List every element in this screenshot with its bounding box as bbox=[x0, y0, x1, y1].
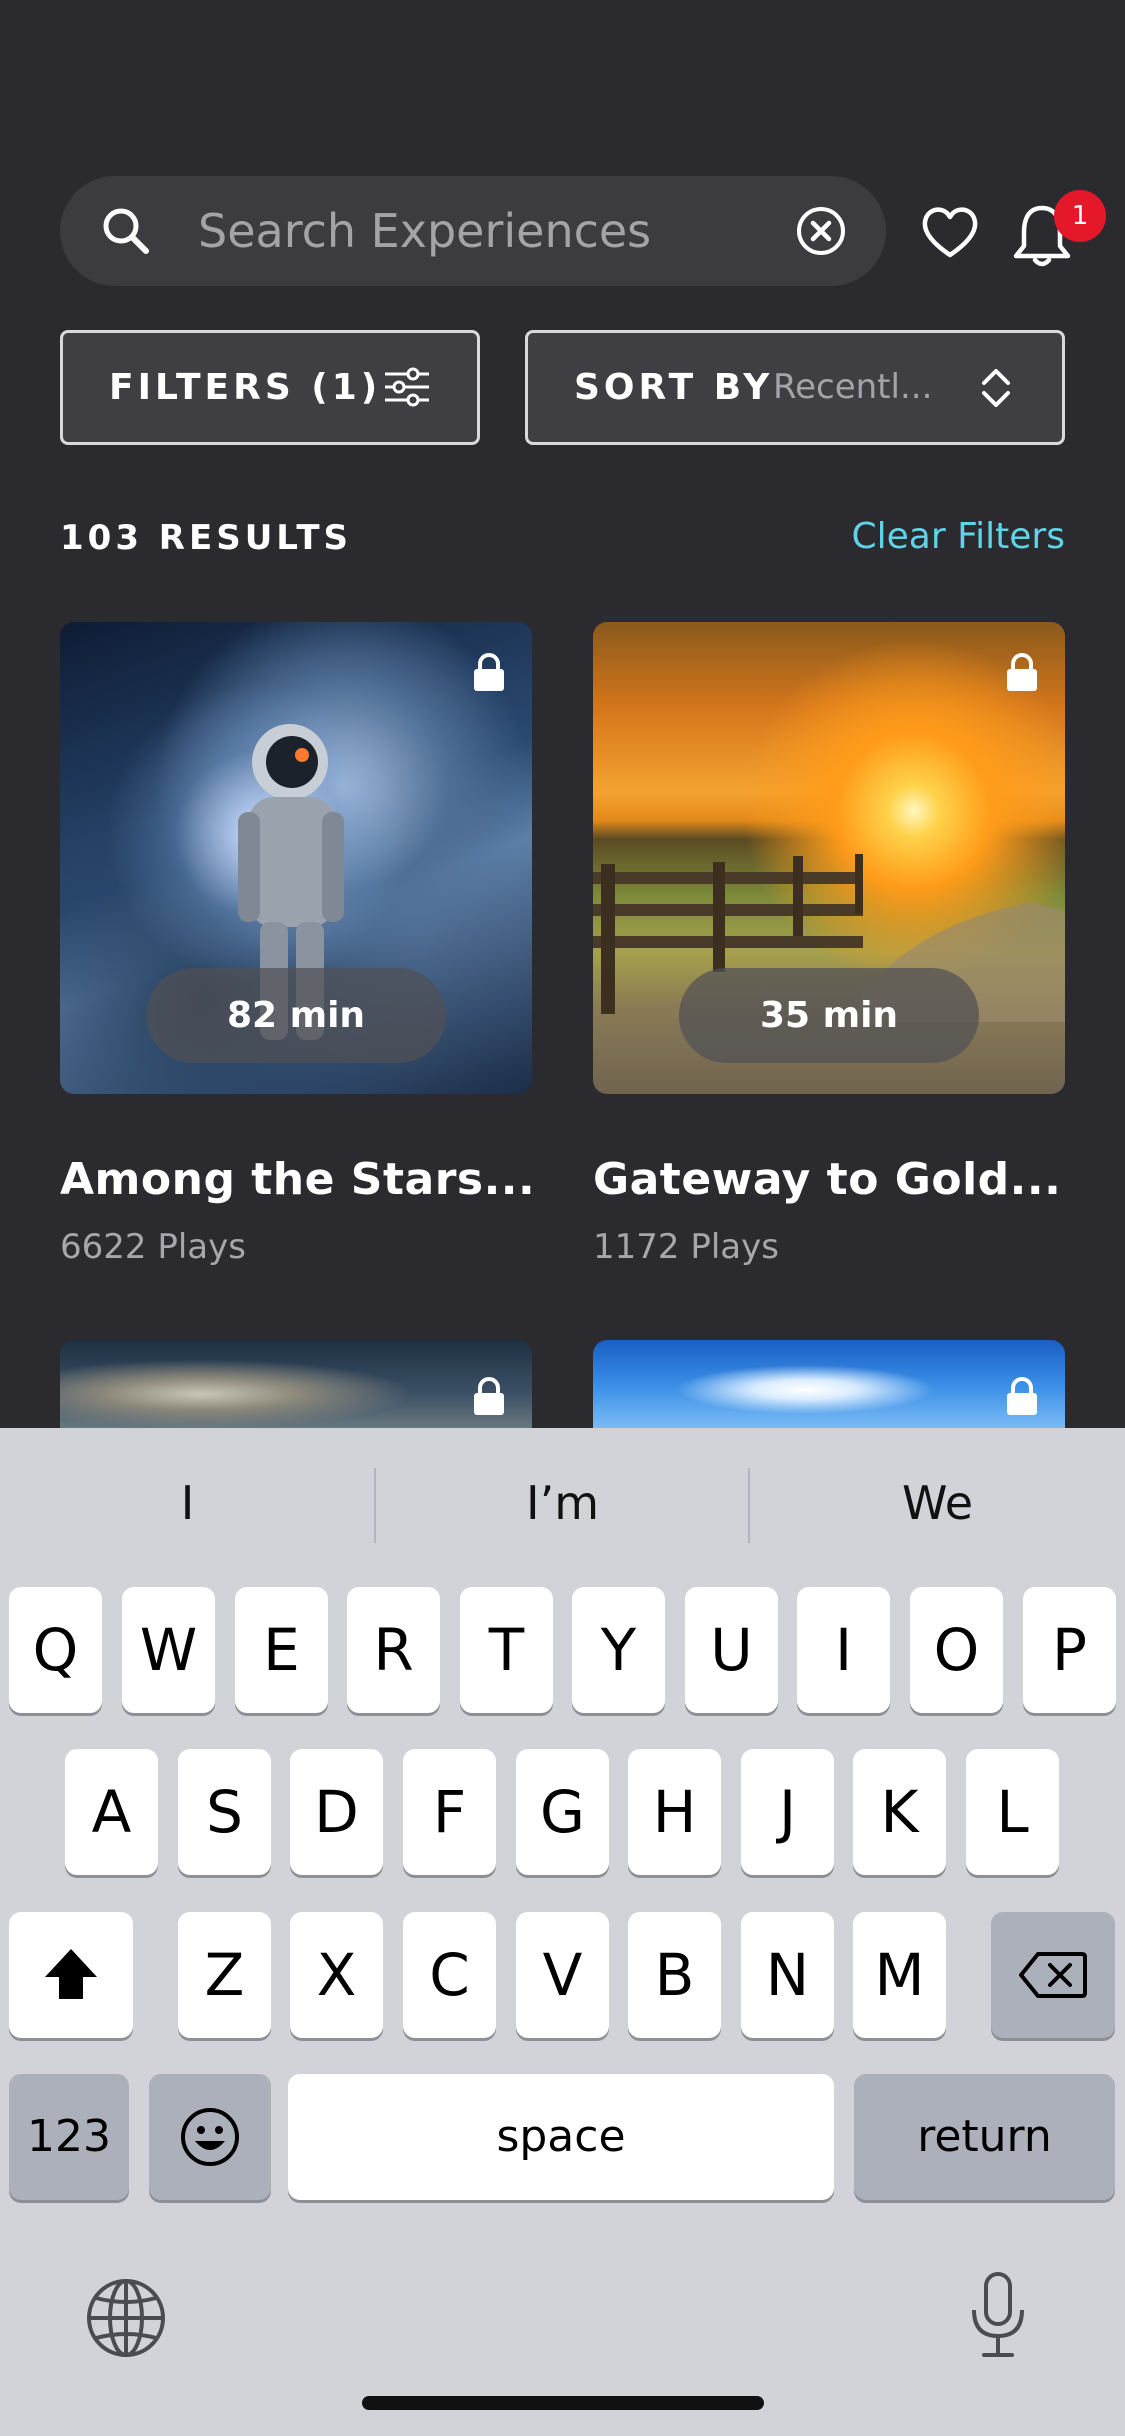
key-a[interactable]: A bbox=[65, 1749, 158, 1875]
key-t[interactable]: T bbox=[460, 1587, 553, 1713]
filters-button[interactable]: FILTERS (1) bbox=[60, 330, 480, 445]
backspace-key[interactable] bbox=[991, 1912, 1115, 2038]
return-key[interactable]: return bbox=[854, 2074, 1115, 2200]
key-i[interactable]: I bbox=[797, 1587, 890, 1713]
card-title: Among the Stars... bbox=[60, 1154, 536, 1205]
key-m[interactable]: M bbox=[853, 1912, 946, 2038]
search-row: 1 bbox=[60, 176, 1106, 286]
key-c[interactable]: C bbox=[403, 1912, 496, 2038]
suggestion[interactable]: I bbox=[0, 1428, 375, 1578]
key-x[interactable]: X bbox=[290, 1912, 383, 2038]
experience-thumbnail-partial[interactable] bbox=[60, 1340, 532, 1430]
card-title: Gateway to Gold... bbox=[593, 1154, 1062, 1205]
notifications-button[interactable]: 1 bbox=[1004, 190, 1106, 274]
key-o[interactable]: O bbox=[910, 1587, 1003, 1713]
key-f[interactable]: F bbox=[403, 1749, 496, 1875]
search-input[interactable] bbox=[198, 176, 818, 286]
lock-icon bbox=[474, 653, 504, 691]
sliders-icon bbox=[385, 367, 429, 407]
clear-filters-link[interactable]: Clear Filters bbox=[851, 516, 1065, 557]
key-q[interactable]: Q bbox=[9, 1587, 102, 1713]
emoji-icon bbox=[181, 2108, 239, 2166]
suggestion[interactable]: I’m bbox=[375, 1428, 750, 1578]
lock-icon bbox=[474, 1377, 504, 1415]
key-h[interactable]: H bbox=[628, 1749, 721, 1875]
experience-thumbnail[interactable]: 82 min bbox=[60, 622, 532, 1094]
emoji-key[interactable] bbox=[149, 2074, 271, 2200]
key-g[interactable]: G bbox=[516, 1749, 609, 1875]
duration-pill: 82 min bbox=[146, 968, 446, 1063]
suggestion-bar: I I’m We bbox=[0, 1428, 1125, 1578]
key-y[interactable]: Y bbox=[572, 1587, 665, 1713]
key-w[interactable]: W bbox=[122, 1587, 215, 1713]
shift-key[interactable] bbox=[9, 1912, 133, 2038]
key-e[interactable]: E bbox=[235, 1587, 328, 1713]
key-r[interactable]: R bbox=[347, 1587, 440, 1713]
clear-search-icon[interactable] bbox=[794, 204, 848, 258]
key-p[interactable]: P bbox=[1023, 1587, 1116, 1713]
home-indicator[interactable] bbox=[362, 2396, 764, 2410]
sort-by-button[interactable]: SORT BY Recentl... bbox=[525, 330, 1065, 445]
search-icon bbox=[103, 208, 149, 254]
sort-by-label: SORT BY bbox=[574, 367, 774, 408]
chevron-up-down-icon bbox=[982, 369, 1010, 407]
key-l[interactable]: L bbox=[966, 1749, 1059, 1875]
duration-pill: 35 min bbox=[679, 968, 979, 1063]
lock-icon bbox=[1007, 1377, 1037, 1415]
sort-by-value: Recentl... bbox=[773, 367, 933, 407]
space-key[interactable]: space bbox=[288, 2074, 834, 2200]
key-j[interactable]: J bbox=[741, 1749, 834, 1875]
key-u[interactable]: U bbox=[685, 1587, 778, 1713]
experience-thumbnail-partial[interactable] bbox=[593, 1340, 1065, 1430]
key-z[interactable]: Z bbox=[178, 1912, 271, 2038]
filters-label: FILTERS (1) bbox=[109, 367, 382, 408]
results-count: 103 RESULTS bbox=[60, 518, 353, 558]
key-k[interactable]: K bbox=[853, 1749, 946, 1875]
card-plays: 1172 Plays bbox=[593, 1227, 779, 1267]
notification-badge: 1 bbox=[1054, 190, 1106, 242]
key-d[interactable]: D bbox=[290, 1749, 383, 1875]
experience-thumbnail[interactable]: 35 min bbox=[593, 622, 1065, 1094]
search-box[interactable] bbox=[60, 176, 886, 286]
favorites-heart-icon[interactable] bbox=[918, 200, 982, 264]
suggestion[interactable]: We bbox=[750, 1428, 1125, 1578]
key-v[interactable]: V bbox=[516, 1912, 609, 2038]
shift-arrow-icon bbox=[45, 1949, 97, 1999]
lock-icon bbox=[1007, 653, 1037, 691]
experience-card[interactable]: 35 min Gateway to Gold... 1172 Plays bbox=[593, 622, 1065, 1267]
microphone-icon[interactable] bbox=[968, 2270, 1028, 2360]
card-plays: 6622 Plays bbox=[60, 1227, 246, 1267]
keyboard: I I’m We Q W E R T Y U I O P A S D F G H… bbox=[0, 1428, 1125, 2436]
globe-icon[interactable] bbox=[84, 2276, 168, 2360]
experience-card[interactable]: 82 min Among the Stars... 6622 Plays bbox=[60, 622, 536, 1267]
key-s[interactable]: S bbox=[178, 1749, 271, 1875]
key-n[interactable]: N bbox=[741, 1912, 834, 2038]
backspace-icon bbox=[1019, 1952, 1087, 1998]
numbers-key[interactable]: 123 bbox=[9, 2074, 129, 2200]
key-b[interactable]: B bbox=[628, 1912, 721, 2038]
